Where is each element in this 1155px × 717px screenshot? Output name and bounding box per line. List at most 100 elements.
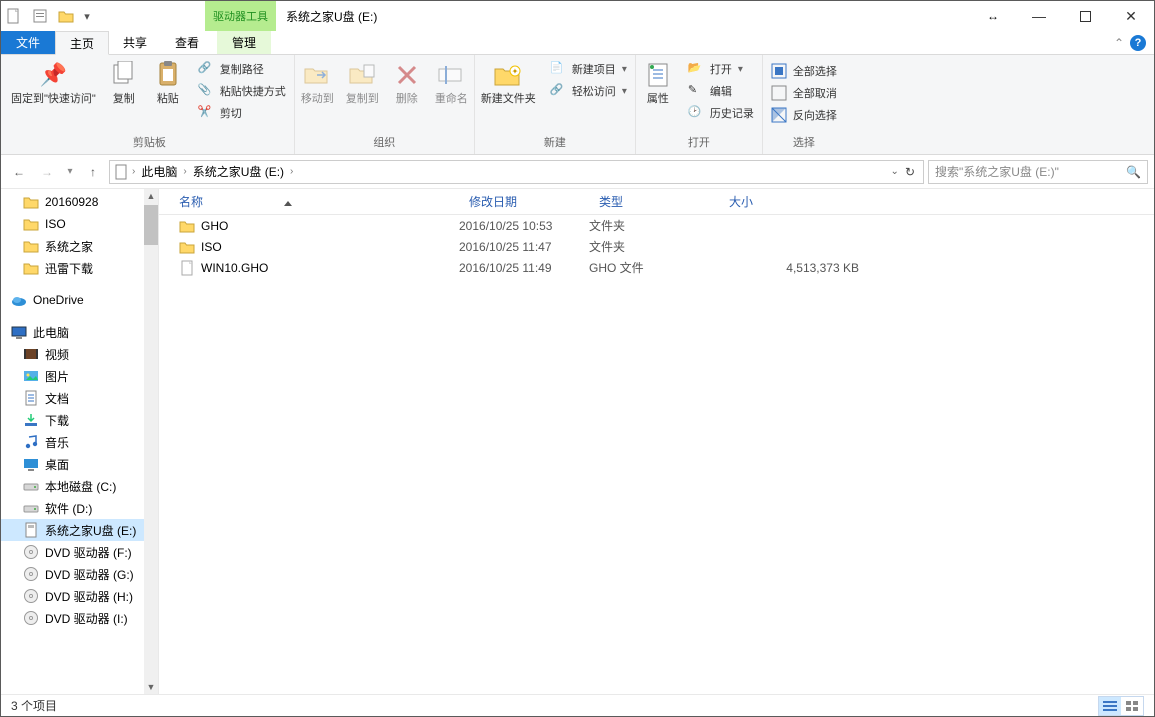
view-toggle [1098,696,1144,716]
tree-node[interactable]: 本地磁盘 (C:) [1,475,158,497]
chevron-right-icon[interactable]: › [183,166,186,177]
nav-forward-button[interactable]: → [35,160,59,184]
qat-dropdown[interactable]: ▾ [79,1,95,31]
tree-node[interactable]: 文档 [1,387,158,409]
view-large-icons-button[interactable] [1121,697,1143,715]
new-folder-button[interactable]: ✦ 新建文件夹 [475,57,542,109]
folder-icon [179,239,195,255]
navigation-tree: 20160928 ISO系统之家迅雷下载 OneDrive 此电脑视频图片文档下载音乐… [1,189,159,694]
file-row[interactable]: ISO2016/10/25 11:47文件夹 [159,236,1154,257]
ribbon-collapse-icon[interactable]: ⌃ [1114,36,1124,50]
scroll-down-icon[interactable]: ▼ [144,680,158,694]
minimize-button[interactable]: ― [1016,1,1062,31]
tab-file[interactable]: 文件 [1,31,55,54]
folder-icon [23,238,39,254]
move-to-button[interactable]: 移动到 [295,57,340,109]
edit-icon: ✎ [688,83,704,99]
new-item-button[interactable]: 📄新建项目▾ [546,59,631,79]
tree-node[interactable]: OneDrive [1,289,158,311]
rename-button[interactable]: 重命名 [429,57,474,109]
tab-home[interactable]: 主页 [55,31,109,55]
tab-manage[interactable]: 管理 [217,31,271,54]
search-icon[interactable]: 🔍 [1126,165,1141,179]
file-row[interactable]: WIN10.GHO2016/10/25 11:49GHO 文件4,513,373… [159,257,1154,278]
tree-node-label: 文档 [45,390,69,407]
copy-to-button[interactable]: 复制到 [340,57,385,109]
tree-node[interactable]: 图片 [1,365,158,387]
pin-quickaccess-button[interactable]: 📌 固定到"快速访问" [5,57,102,109]
nav-up-button[interactable]: ↑ [81,160,105,184]
tree-node-label: 此电脑 [33,324,69,341]
tree-node[interactable]: 音乐 [1,431,158,453]
paste-button[interactable]: 粘贴 [146,57,190,109]
tree-node[interactable]: 20160928 [1,191,158,213]
tree-node[interactable]: 系统之家 [1,235,158,257]
desktop-icon [23,456,39,472]
tree-node[interactable]: 软件 (D:) [1,497,158,519]
maximize-button[interactable] [1062,1,1108,31]
address-dropdown-icon[interactable]: ⌄ [891,166,899,177]
tree-node[interactable]: 视频 [1,343,158,365]
col-type[interactable]: 类型 [589,193,719,210]
file-size: 4,513,373 KB [719,261,859,275]
refresh-icon[interactable]: ↻ [905,165,915,179]
new-folder-icon: ✦ [492,59,524,91]
ribbon-group-new: ✦ 新建文件夹 📄新建项目▾ 🔗轻松访问▾ 新建 [475,55,636,154]
help-icon[interactable]: ? [1130,35,1146,51]
nav-back-button[interactable]: ← [7,160,31,184]
select-all-button[interactable]: 全部选择 [767,61,841,81]
file-list: 名称 修改日期 类型 大小 GHO2016/10/25 10:53文件夹ISO2… [159,189,1154,694]
edit-button[interactable]: ✎编辑 [684,81,758,101]
nav-recent-dropdown[interactable]: ▾ [63,160,77,184]
address-bar[interactable]: › 此电脑 › 系统之家U盘 (E:) › ⌄ ↻ [109,160,924,184]
breadcrumb-current[interactable]: 系统之家U盘 (E:) [189,163,288,180]
tree-node[interactable]: 下载 [1,409,158,431]
tree-node[interactable]: 迅雷下载 [1,257,158,279]
tree-node[interactable]: 桌面 [1,453,158,475]
delete-button[interactable]: 删除 [385,57,429,109]
tab-view[interactable]: 查看 [161,31,213,54]
qat-folder-icon[interactable] [53,1,79,31]
file-name: ISO [201,240,222,254]
file-row[interactable]: GHO2016/10/25 10:53文件夹 [159,215,1154,236]
tree-scrollbar[interactable]: ▲ ▼ [144,189,158,694]
scroll-thumb[interactable] [144,205,158,245]
col-size[interactable]: 大小 [719,193,859,210]
invert-select-button[interactable]: 反向选择 [767,105,841,125]
history-icon: 🕑 [688,105,704,121]
col-name[interactable]: 名称 [159,193,459,210]
status-item-count: 3 个项目 [11,697,57,714]
tree-node[interactable]: 此电脑 [1,321,158,343]
breadcrumb-root[interactable]: 此电脑 [137,163,181,180]
tab-share[interactable]: 共享 [109,31,161,54]
qat-properties-icon[interactable] [27,1,53,31]
chevron-right-icon[interactable]: › [132,166,135,177]
chevron-right-icon[interactable]: › [290,166,293,177]
file-icon [179,260,195,276]
tree-node[interactable]: 系统之家U盘 (E:) [1,519,158,541]
select-none-button[interactable]: 全部取消 [767,83,841,103]
search-box[interactable]: 搜索"系统之家U盘 (E:)" 🔍 [928,160,1148,184]
open-button[interactable]: 📂打开▾ [684,59,758,79]
file-name: WIN10.GHO [201,261,268,275]
copy-button[interactable]: 复制 [102,57,146,109]
resize-handle-icon[interactable]: ↔ [970,1,1016,31]
tree-node[interactable]: DVD 驱动器 (I:) [1,607,158,629]
dvd-icon [23,588,39,604]
qat-new-doc-icon[interactable] [1,1,27,31]
cut-button[interactable]: ✂️剪切 [194,103,290,123]
tree-node[interactable]: DVD 驱动器 (F:) [1,541,158,563]
paste-shortcut-button[interactable]: 📎粘贴快捷方式 [194,81,290,101]
tree-node-label: 20160928 [45,195,98,209]
tree-node[interactable]: DVD 驱动器 (H:) [1,585,158,607]
easy-access-button[interactable]: 🔗轻松访问▾ [546,81,631,101]
col-date[interactable]: 修改日期 [459,193,589,210]
tree-node[interactable]: ISO [1,213,158,235]
copy-path-button[interactable]: 🔗复制路径 [194,59,290,79]
scroll-up-icon[interactable]: ▲ [144,189,158,203]
view-details-button[interactable] [1099,697,1121,715]
history-button[interactable]: 🕑历史记录 [684,103,758,123]
tree-node[interactable]: DVD 驱动器 (G:) [1,563,158,585]
close-button[interactable]: ✕ [1108,1,1154,31]
properties-button[interactable]: 属性 [636,57,680,109]
